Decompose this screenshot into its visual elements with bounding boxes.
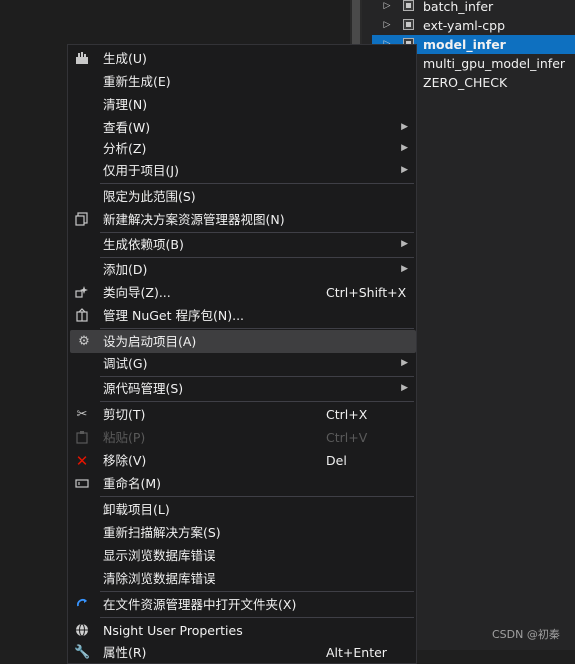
submenu-arrow-icon: ▶ xyxy=(401,264,408,274)
menu-item-scope-to-this[interactable]: 限定为此范围(S) xyxy=(68,185,416,208)
menu-item-label: 生成依赖项(B) xyxy=(103,237,184,252)
menu-item-shortcut: Alt+Enter xyxy=(326,645,387,660)
menu-item-label: 重命名(M) xyxy=(103,476,162,491)
menu-item-manage-nuget[interactable]: 管理 NuGet 程序包(N)... xyxy=(68,304,416,327)
menu-item-label: 属性(R) xyxy=(103,645,147,660)
nuget-package-icon xyxy=(74,308,90,324)
tree-item-batch-infer[interactable]: ▷ batch_infer xyxy=(372,0,575,16)
tree-item-label: model_infer xyxy=(423,37,506,52)
menu-item-shortcut: Ctrl+X xyxy=(326,407,368,422)
menu-item-label: 显示浏览数据库错误 xyxy=(103,548,216,563)
menu-item-project-only[interactable]: 仅用于项目(J) ▶ xyxy=(68,159,416,182)
menu-item-debug[interactable]: 调试(G) ▶ xyxy=(68,352,416,375)
menu-item-open-folder-in-explorer[interactable]: 在文件资源管理器中打开文件夹(X) xyxy=(68,593,416,616)
menu-item-label: 限定为此范围(S) xyxy=(103,189,196,204)
wrench-icon: 🔧 xyxy=(74,645,91,660)
submenu-arrow-icon: ▶ xyxy=(401,239,408,249)
menu-item-label: 生成(U) xyxy=(103,51,147,66)
menu-separator xyxy=(100,183,414,184)
menu-item-analyze[interactable]: 分析(Z) ▶ xyxy=(68,137,416,160)
menu-item-clean[interactable]: 清理(N) xyxy=(68,93,416,116)
menu-item-shortcut: Ctrl+V xyxy=(326,430,368,445)
menu-item-label: 清除浏览数据库错误 xyxy=(103,571,216,586)
remove-icon: ✕ xyxy=(75,452,89,470)
menu-item-label: 设为启动项目(A) xyxy=(103,334,197,349)
menu-item-label: 添加(D) xyxy=(103,262,148,277)
globe-icon xyxy=(74,623,90,639)
menu-item-add[interactable]: 添加(D) ▶ xyxy=(68,258,416,281)
menu-item-label: 粘贴(P) xyxy=(103,430,146,445)
context-menu: 生成(U) 重新生成(E) 清理(N) 查看(W) ▶ 分析(Z) ▶ 仅用于项… xyxy=(67,44,417,664)
menu-item-source-control[interactable]: 源代码管理(S) ▶ xyxy=(68,377,416,400)
menu-separator xyxy=(100,496,414,497)
new-view-icon xyxy=(74,212,90,228)
menu-separator xyxy=(100,591,414,592)
menu-item-label: 分析(Z) xyxy=(103,141,147,156)
menu-item-label: 在文件资源管理器中打开文件夹(X) xyxy=(103,597,297,612)
menu-item-label: 重新扫描解决方案(S) xyxy=(103,525,221,540)
menu-item-nsight-user-properties[interactable]: Nsight User Properties xyxy=(68,619,416,642)
menu-item-unload-project[interactable]: 卸载项目(L) xyxy=(68,498,416,521)
menu-separator xyxy=(100,617,414,618)
submenu-arrow-icon: ▶ xyxy=(401,122,408,132)
tree-item-label: batch_infer xyxy=(423,0,494,14)
menu-item-shortcut: Ctrl+Shift+X xyxy=(326,285,407,300)
menu-item-paste[interactable]: 粘贴(P) Ctrl+V xyxy=(68,426,416,449)
menu-item-build-dependencies[interactable]: 生成依赖项(B) ▶ xyxy=(68,233,416,256)
menu-separator xyxy=(100,328,414,329)
menu-item-label: 移除(V) xyxy=(103,453,147,468)
menu-item-label: 清理(N) xyxy=(103,97,148,112)
menu-item-class-wizard[interactable]: 类向导(Z)... Ctrl+Shift+X xyxy=(68,281,416,304)
menu-item-label: 管理 NuGet 程序包(N)... xyxy=(103,308,245,323)
menu-item-label: 卸载项目(L) xyxy=(103,502,170,517)
menu-item-label: 新建解决方案资源管理器视图(N) xyxy=(103,212,285,227)
tree-item-label: ext-yaml-cpp xyxy=(423,18,506,33)
expand-icon[interactable]: ▷ xyxy=(382,16,392,35)
submenu-arrow-icon: ▶ xyxy=(401,143,408,153)
rename-icon xyxy=(74,476,90,492)
menu-item-label: 剪切(T) xyxy=(103,407,146,422)
menu-item-label: 查看(W) xyxy=(103,120,151,135)
paste-icon xyxy=(74,430,90,446)
submenu-arrow-icon: ▶ xyxy=(401,358,408,368)
menu-separator xyxy=(100,401,414,402)
tree-item-label: ZERO_CHECK xyxy=(423,75,508,90)
gear-icon: ⚙ xyxy=(78,334,90,349)
scrollbar-thumb[interactable] xyxy=(352,0,360,48)
menu-item-properties[interactable]: 🔧 属性(R) Alt+Enter xyxy=(68,641,416,664)
project-icon xyxy=(403,0,414,11)
menu-item-clear-browse-db-errors[interactable]: 清除浏览数据库错误 xyxy=(68,567,416,590)
project-icon xyxy=(403,19,414,30)
watermark: CSDN @初秦 xyxy=(492,628,560,641)
menu-item-label: Nsight User Properties xyxy=(103,623,243,638)
menu-item-label: 源代码管理(S) xyxy=(103,381,184,396)
menu-item-new-solution-explorer-view[interactable]: 新建解决方案资源管理器视图(N) xyxy=(68,208,416,231)
class-wizard-icon xyxy=(74,285,90,301)
menu-item-label: 仅用于项目(J) xyxy=(103,163,179,178)
menu-item-cut[interactable]: ✂ 剪切(T) Ctrl+X xyxy=(68,403,416,426)
menu-item-rename[interactable]: 重命名(M) xyxy=(68,472,416,495)
menu-item-label: 类向导(Z)... xyxy=(103,285,171,300)
tree-item-ext-yaml-cpp[interactable]: ▷ ext-yaml-cpp xyxy=(372,16,575,35)
menu-item-view[interactable]: 查看(W) ▶ xyxy=(68,116,416,139)
refresh-arrow-icon xyxy=(74,597,90,613)
expand-icon[interactable]: ▷ xyxy=(382,0,392,16)
tree-item-label: multi_gpu_model_infer xyxy=(423,56,566,71)
menu-item-label: 调试(G) xyxy=(103,356,148,371)
menu-item-rebuild[interactable]: 重新生成(E) xyxy=(68,70,416,93)
scissors-icon: ✂ xyxy=(76,407,88,422)
submenu-arrow-icon: ▶ xyxy=(401,165,408,175)
build-icon xyxy=(74,51,90,67)
menu-item-show-browse-db-errors[interactable]: 显示浏览数据库错误 xyxy=(68,544,416,567)
menu-item-label: 重新生成(E) xyxy=(103,74,171,89)
menu-item-set-as-startup-project[interactable]: ⚙ 设为启动项目(A) xyxy=(70,330,416,353)
menu-item-build[interactable]: 生成(U) xyxy=(68,47,416,70)
menu-item-shortcut: Del xyxy=(326,453,347,468)
menu-item-rescan-solution[interactable]: 重新扫描解决方案(S) xyxy=(68,521,416,544)
submenu-arrow-icon: ▶ xyxy=(401,383,408,393)
menu-item-remove[interactable]: ✕ 移除(V) Del xyxy=(68,449,416,472)
